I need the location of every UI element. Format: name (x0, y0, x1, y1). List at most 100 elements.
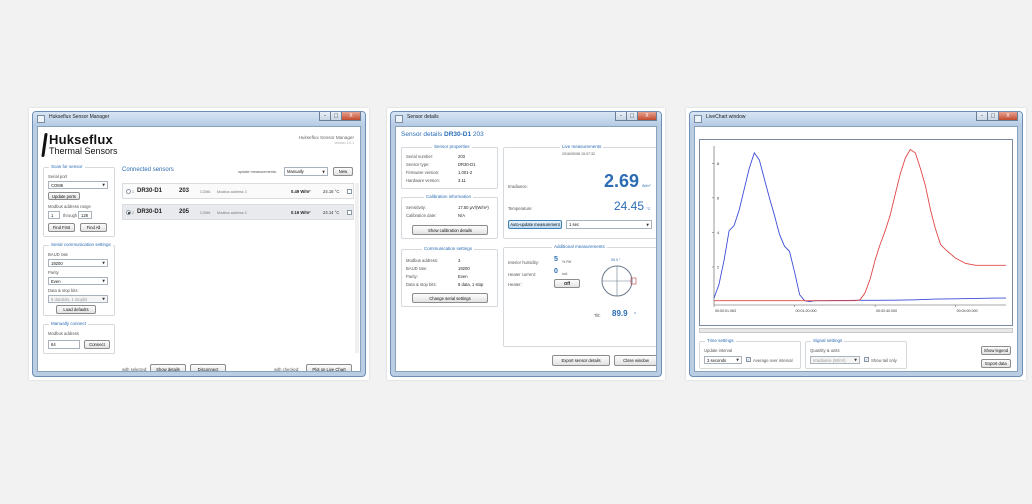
interval-select[interactable]: 1 sec ▼ (566, 220, 652, 229)
app-icon (395, 115, 403, 123)
load-defaults-button[interactable]: Load defaults (56, 305, 96, 314)
interval-value: 1 sec (569, 222, 580, 227)
live-fieldset: Live measurements 2016/05/08 15:37:32 Ir… (503, 144, 656, 239)
x-tick-label: 00:02:40.000 (876, 309, 897, 313)
comm-value: 3 (458, 258, 461, 263)
sensor-irradiance: 0.49 W/m² (291, 189, 311, 194)
comm-value: 8 data, 1 stop (458, 282, 484, 287)
live-legend: Live measurements (560, 144, 604, 149)
list-scrollbar[interactable] (355, 183, 359, 353)
app-name: Hukseflux Sensor Manager (298, 135, 354, 140)
calib-label: Sensitivity: (406, 205, 427, 210)
show-legend-button[interactable]: Show legend (981, 346, 1011, 355)
prop-value: 203 (458, 154, 465, 159)
calibration-fieldset: Calibration information Sensitivity: 17.… (401, 194, 498, 239)
new-button[interactable]: New (333, 167, 353, 176)
change-serial-button[interactable]: Change serial settings (412, 293, 488, 303)
app-version: version 1.0.1 (334, 141, 354, 145)
disconnect-button[interactable]: Disconnect (190, 364, 226, 371)
serial-port-label: Serial port (48, 174, 68, 179)
sensor-index: 2 (132, 211, 134, 215)
x-tick-label: 00:01:20.000 (796, 309, 817, 313)
average-label: Average over interval (753, 358, 793, 363)
data-bits-select[interactable]: 8 databits, 1 stopbit ▼ (48, 295, 108, 303)
scan-legend: Scan for sensor (49, 164, 85, 169)
through-label: through (63, 213, 78, 218)
chevron-down-icon: ▼ (854, 358, 857, 362)
update-measurements-select[interactable]: Manually ▼ (284, 167, 328, 176)
parity-select[interactable]: Even ▼ (48, 277, 108, 285)
sensor-radio[interactable] (126, 189, 131, 194)
parity-value: Even (51, 278, 61, 284)
plot-live-chart-button[interactable]: Plot on Live Chart (306, 364, 352, 371)
communication-legend: Communication settings (422, 246, 475, 251)
sensor-checkbox[interactable] (347, 189, 352, 194)
show-calibration-button[interactable]: Show calibration details (412, 225, 488, 235)
temperature-value: 24.45 (614, 199, 645, 213)
comm-legend: Serial communication settings (49, 242, 113, 247)
connect-button[interactable]: Connect (84, 340, 110, 349)
show-details-button[interactable]: Show details (150, 364, 186, 371)
heater-current-value: 0 (554, 268, 558, 275)
comm-value: Even (458, 274, 468, 279)
auto-update-button[interactable]: Auto-update measurement (508, 220, 562, 229)
series-line-0 (713, 151, 1006, 302)
sensor-temperature: 24.16 °C (323, 189, 340, 194)
sensor-address: Modbus address 2 (217, 211, 247, 215)
sensor-radio[interactable] (126, 210, 131, 215)
find-first-button[interactable]: Find First (48, 223, 75, 232)
data-bits-label: Data & stop bits (48, 288, 78, 293)
livechart-window: LiveChart window – □ X 8 6 4 2 00:00:01.063 0… (689, 111, 1023, 377)
tilt-unit: ° (634, 312, 636, 318)
title-bar: Hukseflux Sensor Manager – □ X (33, 112, 365, 126)
modbus-address-input[interactable]: 64 (48, 340, 80, 349)
live-chart[interactable]: 8 6 4 2 00:00:01.063 00:01:20.000 00:02:40.000… (699, 139, 1013, 326)
prop-label: Firmware version: (406, 170, 440, 175)
range-from-input[interactable]: 1 (48, 211, 60, 219)
chart-scrollbar[interactable] (699, 328, 1013, 333)
quantity-value: Irradiance (W/m²) (813, 357, 846, 363)
update-interval-select[interactable]: 3 seconds ▼ (704, 356, 742, 364)
baud-rate-select[interactable]: 19200 ▼ (48, 259, 108, 267)
export-data-button[interactable]: Export data (981, 359, 1011, 368)
find-all-button[interactable]: Find All (80, 223, 107, 232)
close-button[interactable]: X (637, 112, 657, 121)
chevron-down-icon: ▼ (102, 261, 105, 265)
sensor-temperature: 24.14 °C (323, 210, 340, 215)
prop-label: Serial number: (406, 154, 434, 159)
close-button[interactable]: X (341, 112, 361, 121)
sensor-port: COM6 (200, 211, 211, 215)
tail-checkbox[interactable]: ✓ (864, 357, 869, 362)
y-tick-label: 2 (717, 264, 720, 269)
baud-rate-label: BAUD rate (48, 252, 69, 257)
average-checkbox[interactable]: ✓ (746, 357, 751, 362)
close-button[interactable]: X (998, 112, 1018, 121)
communication-fieldset: Communication settings Modbus address: 3… (401, 246, 498, 307)
serial-port-select[interactable]: COM6 ▼ (48, 181, 108, 189)
sensor-checkbox[interactable] (347, 210, 352, 215)
sensor-row[interactable]: 2 DR30-D1 205 COM6 Modbus address 2 0.16… (122, 204, 354, 220)
update-interval-label: Update interval (704, 348, 733, 353)
export-sensor-button[interactable]: Export sensor details (552, 355, 610, 366)
chevron-down-icon: ▼ (322, 169, 325, 174)
window-controls: – □ X (319, 112, 361, 121)
chevron-down-icon: ▼ (646, 222, 649, 227)
time-settings-fieldset: Time settings Update interval 3 seconds ▼… (699, 338, 801, 369)
sensor-row[interactable]: 1 DR30-D1 203 COM6 Modbus address 3 0.49… (122, 183, 354, 199)
heater-toggle-button[interactable]: Off (554, 279, 580, 288)
update-ports-button[interactable]: Update ports (48, 192, 80, 200)
sensor-name: DR30-D1 (137, 209, 163, 215)
range-to-input[interactable]: 128 (78, 211, 92, 219)
quantity-select[interactable]: Irradiance (W/m²) ▼ (810, 356, 860, 364)
baud-rate-value: 19200 (51, 260, 63, 266)
temperature-unit: °C (646, 206, 651, 211)
logo-mark-icon (41, 133, 48, 157)
window-controls: – □ X (976, 112, 1018, 121)
y-tick-label: 4 (717, 230, 720, 235)
screenshot-sensor-details: Sensor details – □ X Sensor details DR30… (387, 108, 665, 380)
chevron-down-icon: ▼ (102, 297, 105, 301)
connected-sensors-title: Connected sensors (122, 167, 174, 173)
x-tick-label: 00:04:00.000 (957, 309, 978, 313)
manual-legend: Manually connect (49, 321, 89, 326)
close-window-button[interactable]: Close window (614, 355, 656, 366)
